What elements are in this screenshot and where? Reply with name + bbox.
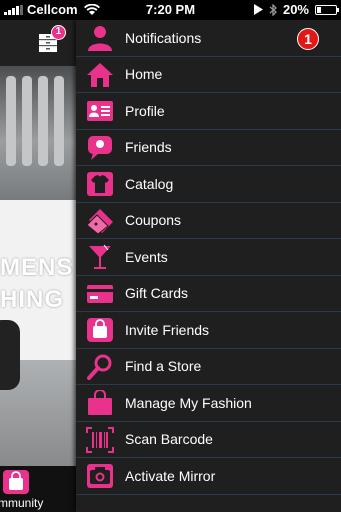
menu-item-profile[interactable]: Profile [76,93,341,130]
coupon-icon [86,208,113,234]
profile-card-icon [87,101,113,121]
menu-item-label: Catalog [125,175,174,192]
menu-item-label: Gift Cards [125,285,189,302]
top-bar: 1 [0,20,76,66]
menu-item-label: Events [125,248,168,265]
menu-item-activate-mirror[interactable]: Activate Mirror [76,458,341,495]
menu-item-label: Notifications [125,29,202,46]
shirt-icon [87,172,113,196]
tab-label: mmunity [0,496,44,510]
menu-item-scan-barcode[interactable]: Scan Barcode [76,422,341,458]
barcode-icon [86,426,114,453]
menu-item-label: Activate Mirror [125,467,216,484]
tab-community[interactable]: mmunity [0,466,76,512]
notifications-count-badge: 1 [297,28,319,50]
menu-item-label: Find a Store [125,358,202,375]
menu-item-label: Coupons [125,212,182,229]
shopping-bag-icon [3,470,29,494]
menu-item-label: Invite Friends [125,321,210,338]
side-menu: Notifications 1 Home Profile Friends Cat… [76,20,341,512]
shopping-bag-icon [87,318,113,342]
battery-fill [317,6,321,13]
notification-count-badge: 1 [51,25,66,40]
play-icon [253,4,263,15]
model-photo [0,320,20,390]
status-bar: Cellcom 7:20 PM 20% [0,0,341,20]
banner-text-line2: HING [0,286,64,313]
menu-item-events[interactable]: Events [76,239,341,276]
battery-percent: 20% [282,2,309,17]
status-right: 20% [253,2,339,17]
menu-item-label: Home [125,66,163,83]
menu-item-manage-my-fashion[interactable]: Manage My Fashion [76,385,341,422]
battery-icon [315,4,339,15]
menu-item-notifications[interactable]: Notifications 1 [76,20,341,57]
camera-icon [87,464,113,488]
gift-card-icon [87,284,113,303]
menu-item-label: Profile [125,102,165,119]
bluetooth-icon [269,3,277,16]
menu-item-home[interactable]: Home [76,57,341,93]
menu-item-label: Scan Barcode [125,431,213,448]
menu-item-label: Friends [125,139,172,156]
chat-bubble-icon [88,135,112,160]
menu-item-gift-cards[interactable]: Gift Cards [76,276,341,312]
magnifier-icon [87,354,112,380]
banner-text-line1: MENS [0,254,74,281]
menu-item-friends[interactable]: Friends [76,130,341,166]
menu-item-catalog[interactable]: Catalog [76,166,341,203]
shopping-bag-icon [88,390,112,415]
menu-item-find-a-store[interactable]: Find a Store [76,349,341,385]
main-content-peek[interactable]: 1 MENS HING mmunity [0,20,76,512]
person-icon [88,26,112,51]
home-icon [87,62,113,87]
menu-item-invite-friends[interactable]: Invite Friends [76,312,341,349]
building-photo [0,66,76,216]
menu-item-coupons[interactable]: Coupons [76,203,341,239]
menu-item-label: Manage My Fashion [125,394,252,411]
cocktail-icon [89,244,111,269]
